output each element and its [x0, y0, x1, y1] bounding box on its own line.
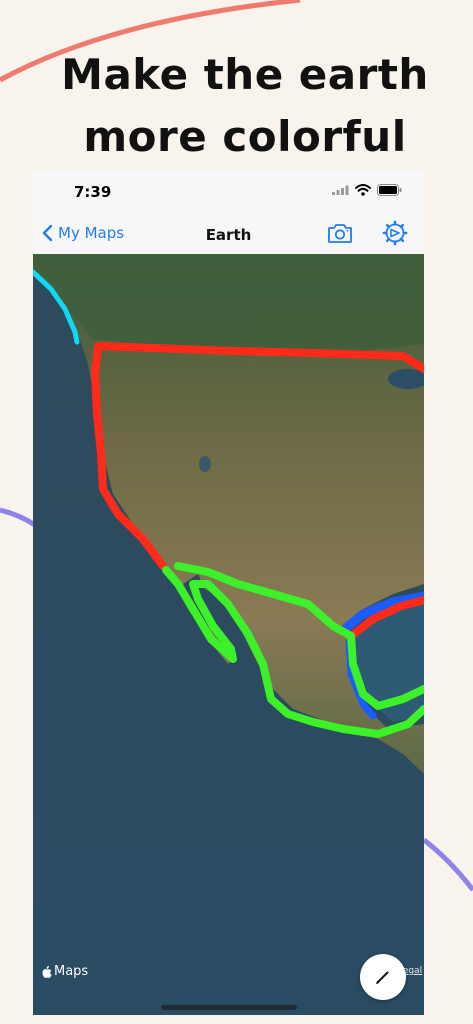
- cellular-signal-icon: [332, 185, 349, 195]
- headline-line-2: more colorful: [83, 112, 407, 161]
- apple-logo-icon: [42, 965, 52, 978]
- headline-line-1: Make the earth: [61, 50, 429, 99]
- camera-button[interactable]: [327, 222, 353, 248]
- purple-arc-right-decoration: [422, 838, 473, 892]
- maps-attribution[interactable]: Maps: [42, 964, 88, 979]
- map-view[interactable]: Maps Legal: [33, 254, 424, 1015]
- status-time: 7:39: [74, 183, 112, 201]
- home-indicator: [161, 1005, 297, 1010]
- pencil-icon: [376, 971, 389, 984]
- salt-lake: [199, 456, 211, 472]
- status-bar: 7:39: [33, 170, 424, 216]
- phone-screen: 7:39 My Maps Earth Maps Legal: [33, 170, 424, 1015]
- battery-icon: [377, 184, 402, 196]
- maps-attribution-label: Maps: [54, 964, 89, 979]
- purple-arc-left-decoration: [0, 507, 37, 528]
- promo-headline: Make the earth more colorful: [0, 44, 473, 168]
- status-icons: [332, 184, 402, 196]
- page-title: Earth: [205, 226, 252, 244]
- gear-icon: [382, 220, 408, 246]
- navigation-bar: My Maps Earth: [33, 216, 424, 254]
- settings-button[interactable]: [382, 220, 408, 250]
- satellite-map: [33, 254, 424, 1015]
- camera-icon: [328, 224, 352, 243]
- wifi-icon: [355, 184, 371, 196]
- draw-button[interactable]: [360, 954, 406, 1000]
